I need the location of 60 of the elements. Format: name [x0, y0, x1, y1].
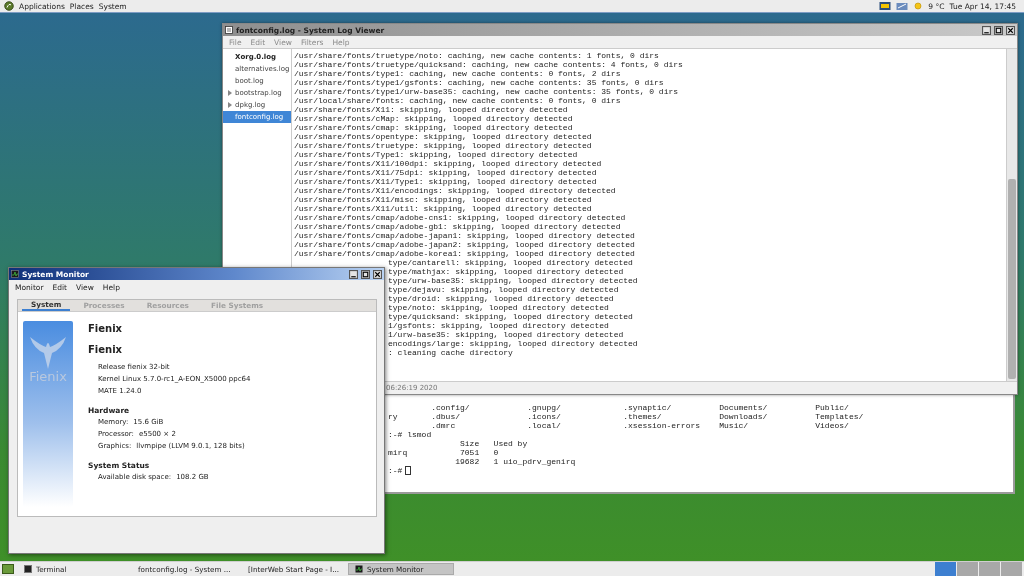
terminal-line: .dmrc .local/ .xsession-errors Music/ Videos/ [430, 421, 850, 430]
close-button[interactable] [373, 269, 382, 279]
log-line: /usr/share/fonts/type1: caching, new cache contents: 0 fonts, 2 dirs [294, 69, 621, 78]
show-desktop-icon[interactable] [2, 564, 14, 574]
distro-logo-icon[interactable] [4, 1, 14, 11]
log-line: type/noto: skipping, looped directory detected [388, 303, 609, 312]
log-line: /usr/share/fonts/truetype: skipping, looped directory detected [294, 141, 592, 150]
minimize-button[interactable] [982, 25, 991, 35]
log-line: /usr/share/fonts/cmap/adobe-cns1: skipping, looped directory detected [294, 213, 626, 222]
log-line: /usr/share/fonts/cMap: skipping, looped directory detected [294, 114, 573, 123]
log-line: /usr/share/fonts/cmap/adobe-japan1: skipping, looped directory detected [294, 231, 635, 240]
terminal-line: Size Used by [459, 439, 529, 448]
minimize-button[interactable] [349, 269, 358, 279]
log-line: /usr/share/fonts/X11/75dpi: skipping, looped directory detected [294, 168, 597, 177]
host-name: Fienix [88, 323, 124, 336]
log-line: : cleaning cache directory [388, 348, 513, 357]
log-line: /usr/share/fonts/X11: skipping, looped directory detected [294, 105, 568, 114]
log-line: /usr/share/fonts/Type1: skipping, looped directory detected [294, 150, 578, 159]
log-line: type/mathjax: skipping, looped directory detected [388, 267, 624, 276]
monitor-icon [355, 565, 363, 573]
log-line: /usr/local/share/fonts: caching, new cache contents: 0 fonts, 0 dirs [294, 96, 621, 105]
log-line: encodings/large: skipping, looped directory detected [388, 339, 638, 348]
sun-icon [913, 1, 924, 11]
monitor-icon [11, 270, 19, 278]
log-line: /usr/share/fonts/X11/util: skipping, looped directory detected [294, 204, 592, 213]
terminal-line: :-# lsmod [388, 430, 433, 439]
app-icon [225, 26, 233, 34]
maximize-button[interactable] [361, 269, 370, 279]
log-line: type/droid: skipping, looped directory detected [388, 294, 614, 303]
scrollbar[interactable] [1006, 49, 1017, 381]
log-line: /usr/share/fonts/X11/Type1: skipping, looped directory detected [294, 177, 597, 186]
terminal-line: mirq 7051 0 [388, 448, 500, 457]
terminal-line: ry .dbus/ .icons/ .themes/ Downloads/ Templates/ [388, 412, 865, 421]
log-line: type/urw-base35: skipping, looped directory detected [388, 276, 638, 285]
log-line: /usr/share/fonts/cmap: skipping, looped directory detected [294, 123, 573, 132]
log-line: 1/gsfonts: skipping, looped directory detected [388, 321, 609, 330]
log-line: 1/urw-base35: skipping, looped directory detected [388, 330, 624, 339]
terminal-line: 19682 1 uio_pdrv_genirq [454, 457, 577, 466]
log-line: /usr/share/fonts/type1/urw-base35: caching, new cache contents: 35 fonts, 0 dirs [294, 87, 679, 96]
logo-text: Fienix [29, 369, 67, 384]
close-button[interactable] [1006, 25, 1015, 35]
log-line: /usr/share/fonts/cmap/adobe-japan2: skipping, looped directory detected [294, 240, 635, 249]
text-cursor [405, 466, 412, 475]
log-line: /usr/share/fonts/truetype/noto: caching, new cache contents: 1 fonts, 0 dirs [294, 51, 659, 60]
log-line: /usr/share/fonts/cmap/adobe-korea1: skipping, looped directory detected [294, 249, 635, 258]
terminal-prompt: :-# [388, 466, 403, 475]
maximize-button[interactable] [994, 25, 1003, 35]
log-line: /usr/share/fonts/X11/encodings: skipping, looped directory detected [294, 186, 616, 195]
log-line: type/dejavu: skipping, looped directory detected [388, 285, 619, 294]
distro-name: Fienix [88, 344, 124, 357]
log-line: type/quicksand: skipping, looped directory detected [388, 312, 633, 321]
log-line: type/cantarell: skipping, looped directory detected [388, 258, 633, 267]
log-line: /usr/share/fonts/opentype: skipping, looped directory detected [294, 132, 592, 141]
terminal-line: .config/ .gnupg/ .synaptic/ Documents/ Public/ [430, 403, 850, 412]
log-line: /usr/share/fonts/X11/100dpi: skipping, looped directory detected [294, 159, 602, 168]
log-line: /usr/share/fonts/X11/misc: skipping, looped directory detected [294, 195, 592, 204]
terminal-icon [24, 565, 32, 573]
log-line: /usr/share/fonts/type1/gsfonts: caching, new cache contents: 35 fonts, 0 dirs [294, 78, 664, 87]
log-line: /usr/share/fonts/truetype/quicksand: caching, new cache contents: 4 fonts, 0 dirs [294, 60, 683, 69]
log-line: /usr/share/fonts/cmap/adobe-gb1: skipping, looped directory detected [294, 222, 621, 231]
